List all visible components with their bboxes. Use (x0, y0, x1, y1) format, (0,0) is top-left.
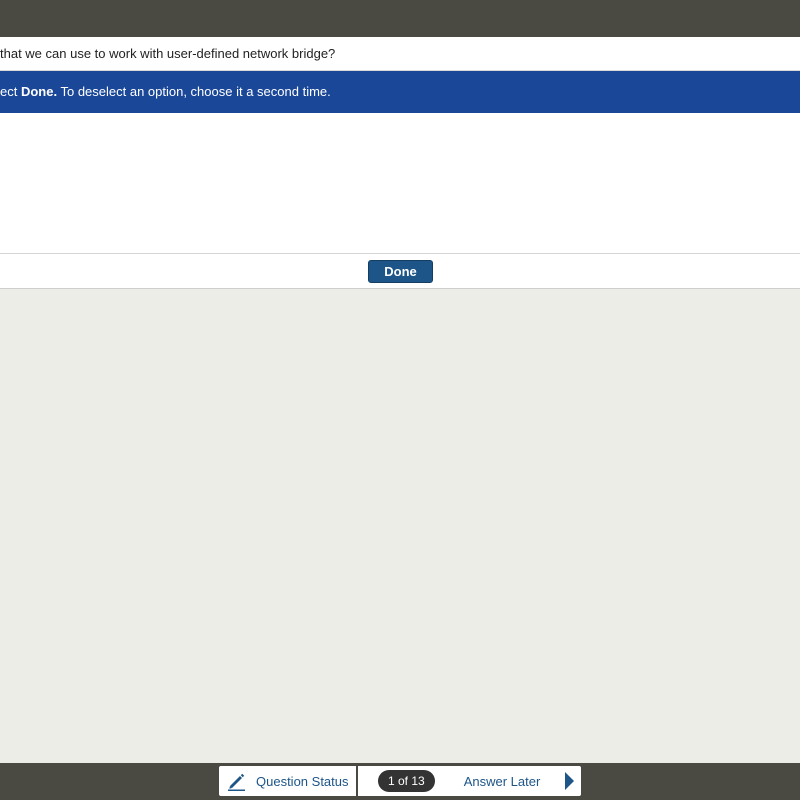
question-counter: 1 of 13 (378, 770, 435, 792)
pencil-icon (228, 773, 245, 791)
answer-area (0, 113, 800, 254)
instruction-bold-done: Done. (20, 84, 58, 99)
counter-section: 1 of 13 Answer Later (358, 766, 581, 796)
done-button[interactable]: Done (368, 260, 433, 283)
content-area (0, 289, 800, 763)
instruction-prefix: ect (0, 84, 21, 99)
done-row: Done (0, 254, 800, 289)
instruction-suffix: To deselect an option, choose it a secon… (57, 84, 331, 99)
bottom-bar: Question Status 1 of 13 Answer Later (0, 763, 800, 800)
question-status-label: Question Status (256, 773, 349, 789)
chevron-right-icon[interactable] (563, 771, 575, 791)
answer-later-button[interactable]: Answer Later (464, 774, 541, 789)
instruction-banner: ect Done. To deselect an option, choose … (0, 71, 800, 113)
question-status-button[interactable]: Question Status (219, 766, 358, 796)
navigation-panel: Question Status 1 of 13 Answer Later (219, 766, 581, 796)
top-bar (0, 0, 800, 37)
question-text: that we can use to work with user-define… (0, 37, 800, 71)
question-label: that we can use to work with user-define… (0, 46, 336, 61)
